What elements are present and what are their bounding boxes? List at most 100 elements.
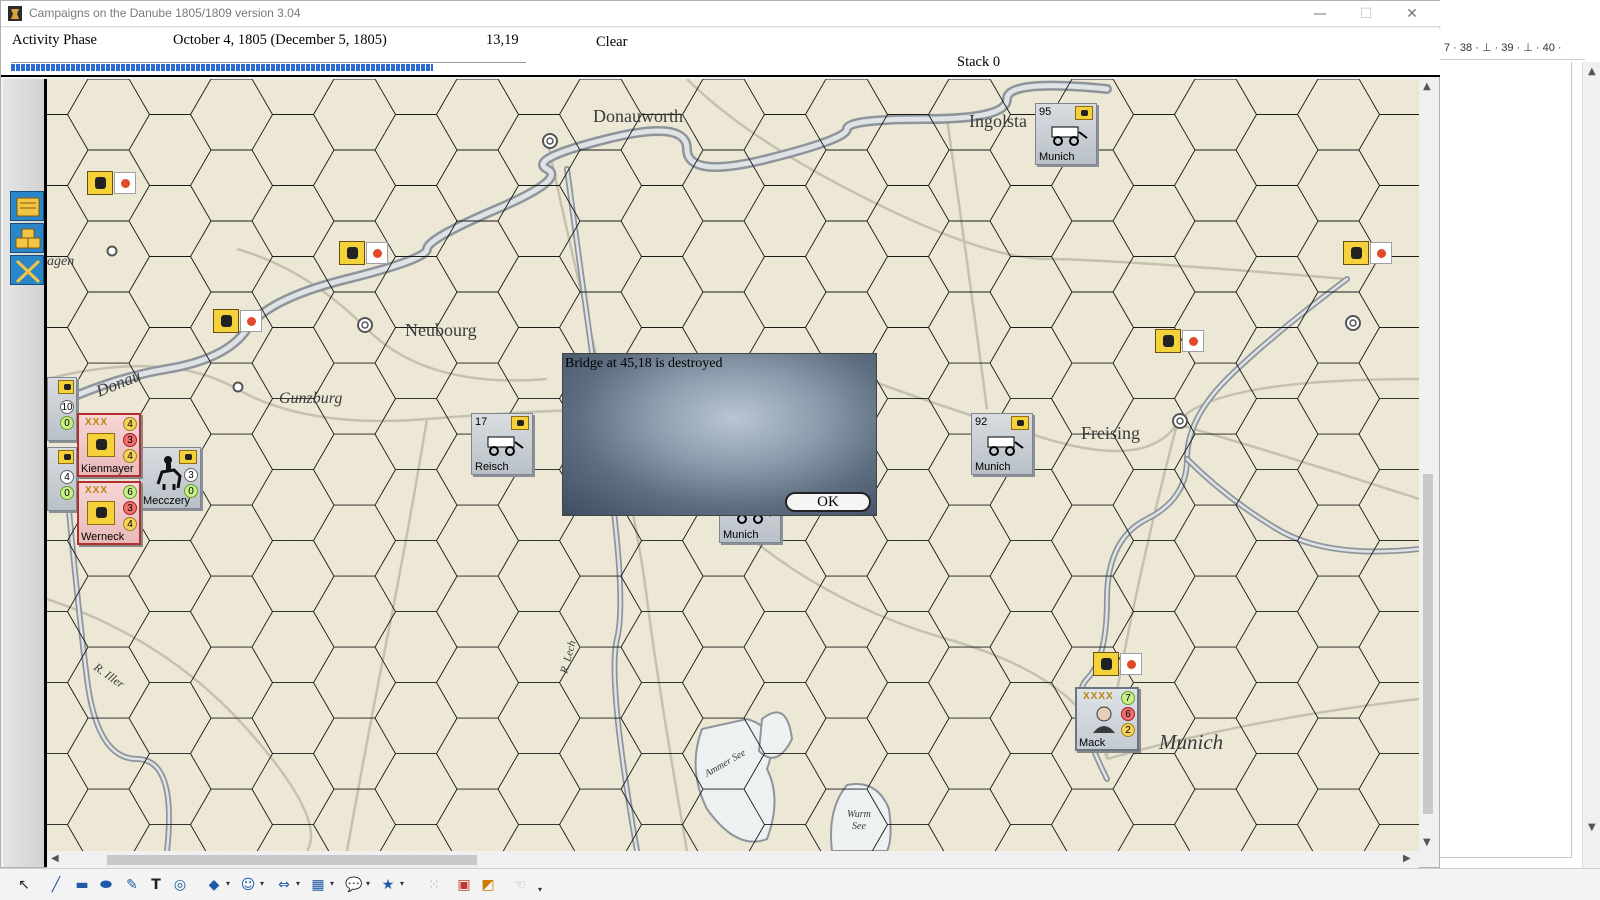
town-marker-inner (1176, 417, 1184, 425)
rating-badge-1: 4 (123, 417, 137, 431)
scroll-left-arrow-icon[interactable]: ◀ (51, 853, 59, 864)
leader-name: Kienmayer (81, 463, 134, 475)
austrian-garrison-marker[interactable] (1343, 241, 1395, 265)
stars-icon[interactable]: ★ (378, 875, 398, 895)
date-label: October 4, 1805 (December 5, 1805) (173, 32, 387, 48)
callouts-icon[interactable]: 💬 (344, 875, 364, 895)
maximize-button[interactable]: ☐ (1343, 1, 1389, 27)
stacked-unit-top[interactable]: 10 0 (47, 377, 77, 441)
dialog-message: Bridge at 45,18 is destroyed (565, 356, 723, 371)
label-ingolstadt: Ingolsta (969, 111, 1027, 131)
close-button[interactable]: ✕ (1389, 1, 1435, 27)
scroll-down-arrow-icon[interactable]: ▼ (1423, 837, 1431, 848)
eagle-icon (1075, 106, 1093, 120)
general-portrait-icon (1093, 706, 1115, 733)
title-bar[interactable]: Campaigns on the Danube 1805/1809 versio… (1, 1, 1441, 27)
basic-shapes-icon[interactable]: ◆ (204, 875, 224, 895)
rank-marker: XXX (85, 485, 109, 496)
rectangle-tool-icon[interactable]: ▬ (72, 875, 92, 895)
stack-label: Stack 0 (957, 54, 1001, 70)
text-tool-icon[interactable]: T (146, 875, 166, 895)
town-marker-inner (361, 321, 369, 329)
supply-crates-icon (15, 228, 41, 249)
chevron-down-icon[interactable]: ▾ (260, 879, 264, 888)
document-scrollbar[interactable]: ▲ ▼ (1582, 62, 1600, 868)
austrian-garrison-marker[interactable] (1093, 652, 1145, 676)
austrian-garrison-marker[interactable] (213, 309, 265, 333)
minimize-button[interactable]: — (1297, 1, 1343, 27)
rank-marker: XXXX (1083, 691, 1114, 702)
stacked-unit-bottom[interactable]: 4 0 (47, 447, 77, 511)
eagle-icon (87, 433, 115, 457)
window-title: Campaigns on the Danube 1805/1809 versio… (29, 6, 301, 20)
austrian-garrison-marker[interactable] (87, 171, 139, 195)
combat-button[interactable] (10, 255, 44, 285)
line-tool-icon[interactable]: ╱ (46, 875, 66, 895)
supply-unit-freising[interactable]: 92 Munich (971, 413, 1033, 475)
supply-unit-ingolstadt[interactable]: 95 Munich (1035, 103, 1097, 165)
scroll-up-arrow-icon[interactable]: ▲ (1588, 66, 1596, 77)
austrian-garrison-marker[interactable] (1155, 329, 1207, 353)
chevron-down-icon[interactable]: ▾ (538, 885, 542, 894)
unit-number: 95 (1039, 106, 1052, 118)
horizontal-scroll-thumb[interactable] (107, 855, 477, 865)
supply-wagon-icon (987, 436, 1024, 456)
rating-badge-2: 6 (1121, 707, 1135, 721)
extrusion-icon[interactable]: ◩ (478, 875, 498, 895)
chevron-down-icon[interactable]: ▾ (366, 879, 370, 888)
town-marker-inner (546, 137, 554, 145)
vertical-scroll-thumb[interactable] (1423, 474, 1433, 814)
cavalry-unit-mecczery[interactable]: 3 0 Mecczery (139, 447, 201, 509)
scroll-right-arrow-icon[interactable]: ▶ (1403, 853, 1411, 864)
tool-palette (3, 79, 47, 867)
cockade-icon (1182, 330, 1204, 352)
flowchart-icon[interactable]: ▦ (308, 875, 328, 895)
scroll-down-arrow-icon[interactable]: ▼ (1588, 822, 1596, 833)
unit-label: Mecczery (143, 495, 191, 507)
document-page[interactable] (1440, 62, 1572, 858)
insert-image-icon[interactable]: ▣ (454, 875, 474, 895)
points-icon[interactable]: ⁙ (424, 875, 444, 895)
chevron-down-icon[interactable]: ▾ (400, 879, 404, 888)
map-horizontal-scrollbar[interactable]: ◀ ▶ (47, 851, 1419, 869)
leader-counter-mack[interactable]: XXXX 7 6 2 Mack (1075, 687, 1139, 751)
eagle-icon (1093, 652, 1119, 676)
map-vertical-scrollbar[interactable]: ▲ ▼ (1419, 79, 1437, 851)
phase-label: Activity Phase (12, 32, 97, 48)
reinforcement-button[interactable] (10, 191, 44, 221)
rating-badge-3: 4 (123, 517, 137, 531)
freeform-tool-icon[interactable]: ✎ (122, 875, 142, 895)
ellipse-tool-icon[interactable]: ⬬ (96, 875, 116, 895)
supply-unit-reisch[interactable]: 17 Reisch (471, 413, 533, 475)
chevron-down-icon[interactable]: ▾ (296, 879, 300, 888)
unit-label: Munich (1039, 151, 1075, 163)
supply-button[interactable] (10, 223, 44, 253)
eagle-icon (87, 171, 113, 195)
austrian-garrison-marker[interactable] (339, 241, 391, 265)
ok-button[interactable]: OK (785, 492, 871, 512)
fontwork-icon[interactable]: ◎ (170, 875, 190, 895)
leader-counter-werneck[interactable]: XXX 6 3 4 Werneck (77, 481, 141, 545)
symbol-shapes-icon[interactable]: ☺ (238, 875, 258, 895)
rating-badge-1: 6 (123, 485, 137, 499)
app-root: { "window": { "title": "Campaigns on the… (0, 0, 1600, 900)
chevron-down-icon[interactable]: ▾ (330, 879, 334, 888)
select-pointer-icon[interactable]: ↖ (14, 875, 34, 895)
label-agen: agen (47, 254, 74, 269)
chevron-down-icon[interactable]: ▾ (226, 879, 230, 888)
unit-label: Munich (975, 461, 1011, 473)
eagle-icon (1011, 416, 1029, 430)
block-arrows-icon[interactable]: ⇔ (274, 875, 294, 895)
town-marker (232, 381, 244, 393)
label-wurm-see-1: Wurm (847, 809, 871, 820)
label-donauworth: Donauworth (593, 106, 683, 126)
morale-badge: 0 (60, 486, 74, 500)
strength-badge: 10 (60, 400, 74, 414)
document-pane: 7 · 38 · ⊥ · 39 · ⊥ · 40 · ▲ ▼ (1440, 30, 1600, 868)
scroll-up-arrow-icon[interactable]: ▲ (1423, 81, 1431, 92)
ruler: 7 · 38 · ⊥ · 39 · ⊥ · 40 · (1440, 36, 1585, 60)
toggle-extrusion-icon[interactable]: ☜ (510, 875, 530, 895)
cockade-icon (114, 172, 136, 194)
rating-badge-3: 2 (1121, 723, 1135, 737)
leader-counter-kienmayer[interactable]: XXX 4 3 4 Kienmayer (77, 413, 141, 477)
